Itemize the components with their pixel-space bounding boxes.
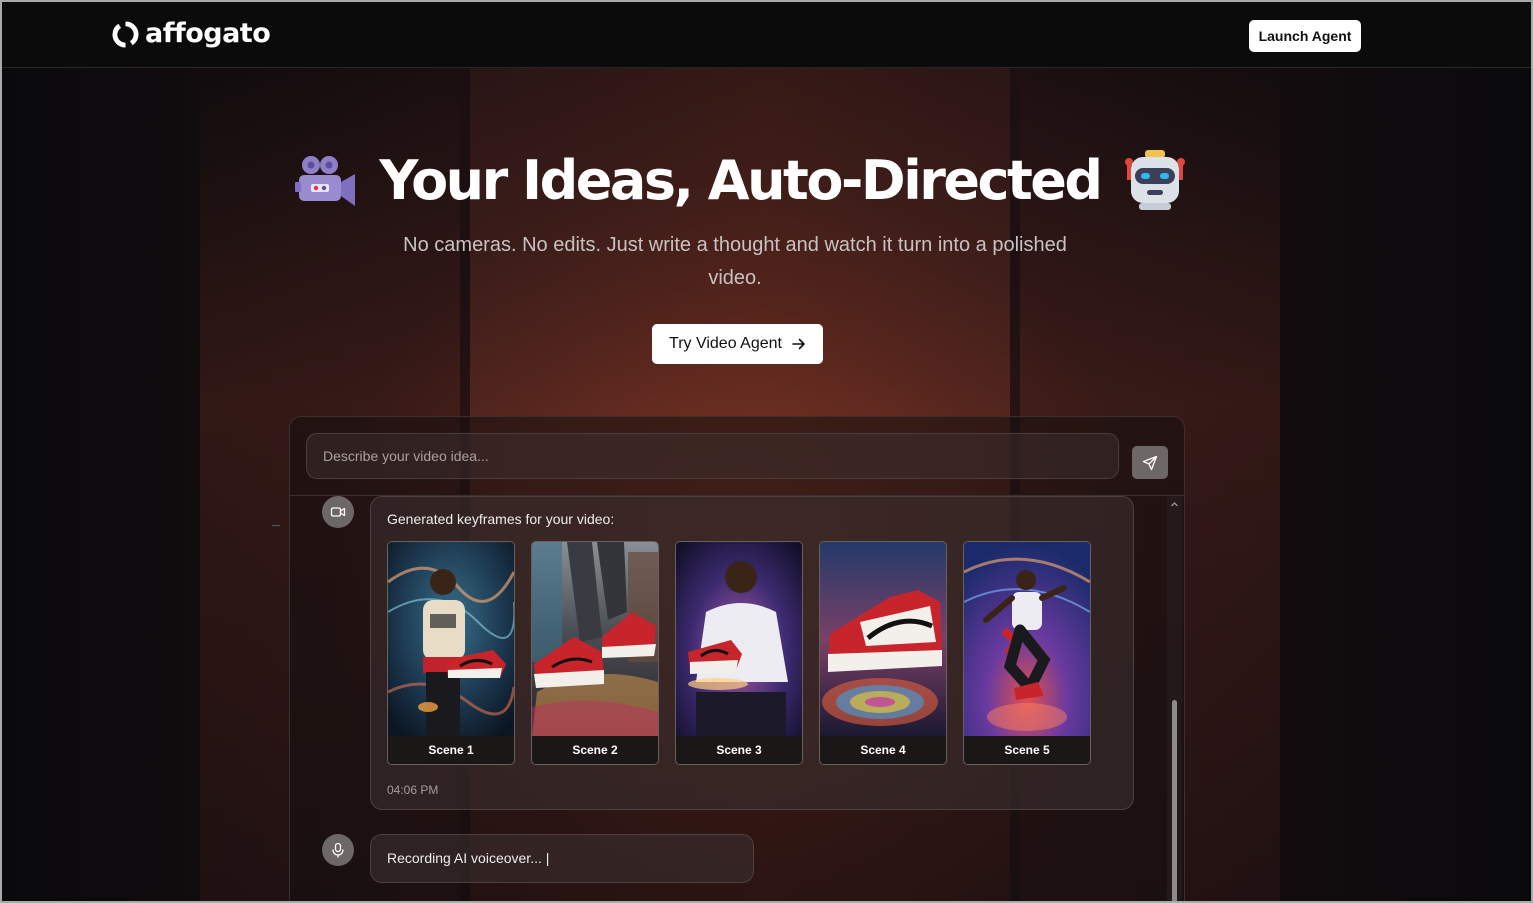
hero-title: Your Ideas, Auto-Directed (379, 148, 1103, 212)
affogato-logo-icon (112, 20, 139, 48)
scene-thumbnail[interactable]: Scene 1 (387, 541, 515, 765)
hero-heading: Your Ideas, Auto-Directed (280, 140, 1200, 220)
scene-4-image (820, 542, 946, 737)
send-icon (1142, 455, 1158, 470)
brand-logo[interactable]: affogato (112, 18, 271, 49)
scene-1-image (388, 542, 514, 737)
hero-subtitle: No cameras. No edits. Just write a thoug… (403, 234, 1067, 289)
video-camera-icon (295, 156, 356, 206)
scene-3-image (676, 542, 802, 737)
video-icon (330, 507, 346, 517)
arrow-right-icon (792, 338, 805, 350)
scene-label: Scene 4 (820, 736, 946, 764)
scene-2-image (532, 542, 658, 737)
brand-name: affogato (145, 18, 271, 49)
scroll-up-arrow-icon[interactable] (1170, 500, 1179, 509)
launch-agent-button[interactable]: Launch Agent (1249, 20, 1361, 52)
keyframes-message-text: Generated keyframes for your video: (387, 511, 615, 527)
scene-thumbnail[interactable]: Scene 4 (819, 541, 947, 765)
voiceover-message-avatar (322, 834, 354, 866)
scene-thumbnail[interactable]: Scene 2 (531, 541, 659, 765)
scene-label: Scene 2 (532, 736, 658, 764)
robot-icon (1124, 150, 1185, 210)
scene-label: Scene 3 (676, 736, 802, 764)
scene-label: Scene 1 (388, 736, 514, 764)
video-idea-input-wrapper (306, 433, 1119, 479)
voiceover-status-text: Recording AI voiceover... | (387, 850, 550, 866)
video-message-avatar (322, 496, 354, 528)
top-navbar: affogato Launch Agent (0, 0, 1533, 68)
divider-mark (272, 525, 280, 526)
message-timestamp: 04:06 PM (387, 783, 439, 797)
microphone-icon (332, 842, 344, 858)
scene-label: Scene 5 (964, 736, 1090, 764)
scene-thumbnail[interactable]: Scene 3 (675, 541, 803, 765)
send-button[interactable] (1132, 446, 1168, 479)
scene-5-image (964, 542, 1090, 737)
video-idea-input[interactable] (323, 448, 1118, 464)
scrollbar-thumb[interactable] (1172, 700, 1177, 903)
try-video-agent-button[interactable]: Try Video Agent (652, 324, 823, 364)
scene-thumbnail[interactable]: Scene 5 (963, 541, 1091, 765)
try-video-agent-label: Try Video Agent (669, 335, 782, 352)
